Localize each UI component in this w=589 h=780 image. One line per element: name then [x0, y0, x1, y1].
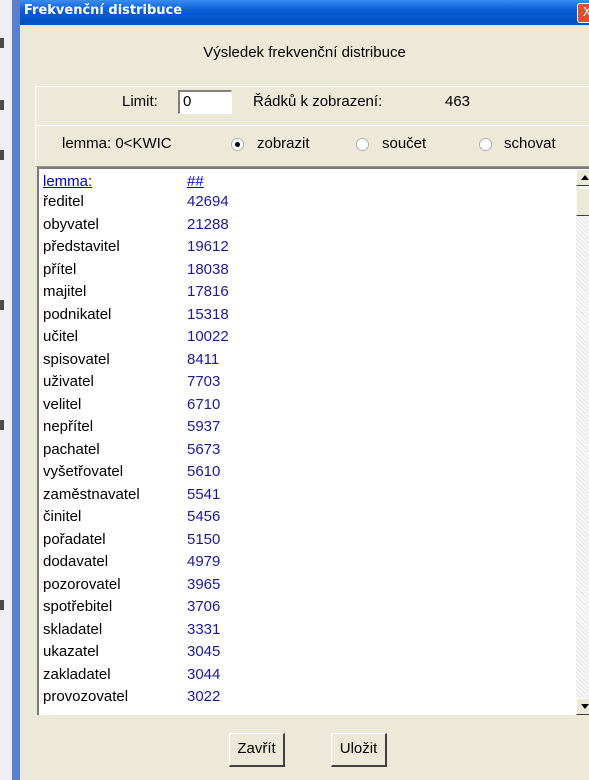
count-cell: 7703	[187, 373, 221, 390]
lemma-cell: dodavatel	[43, 553, 109, 570]
count-cell: 4979	[187, 553, 221, 570]
lemma-cell: vyšetřovatel	[43, 463, 124, 480]
lemma-cell: majitel	[43, 283, 87, 300]
vertical-scrollbar[interactable]	[576, 169, 589, 715]
save-button[interactable]: Uložit	[331, 733, 387, 767]
lemma-cell: provozovatel	[43, 688, 129, 705]
count-cell: 15318	[187, 305, 229, 323]
limit-input[interactable]: 0	[178, 90, 232, 114]
count-cell: 3331	[187, 620, 221, 638]
count-cell: 18038	[187, 260, 229, 278]
count-cell: 19612	[187, 238, 229, 255]
lemma-cell: zakladatel	[43, 665, 111, 683]
scroll-thumb[interactable]	[576, 188, 589, 216]
lemma-cell: nepřítel	[43, 418, 94, 435]
edge-mark	[0, 420, 4, 430]
scroll-up-button[interactable]	[576, 169, 589, 186]
lemma-cell: velitel	[43, 395, 82, 413]
count-cell: 42694	[187, 193, 229, 210]
edge-mark	[0, 600, 4, 610]
lemma-cell: představitel	[43, 238, 120, 255]
lemma-column-header[interactable]: lemma:	[43, 173, 92, 190]
count-cell: 6710	[187, 395, 221, 413]
lemma-cell: spisovatel	[43, 350, 110, 368]
taskbar-strip	[12, 0, 20, 780]
lemma-cell: zaměstnavatel	[43, 485, 140, 503]
lemma-cell: obyvatel	[43, 215, 99, 233]
count-cell: 5456	[187, 508, 221, 525]
lemma-cell: skladatel	[43, 620, 103, 638]
lemma-cell: učitel	[43, 328, 79, 345]
lemma-cell: pozorovatel	[43, 575, 121, 593]
lemma-cell: ředitel	[43, 193, 84, 210]
count-cell: 10022	[187, 328, 229, 345]
option-zobrazit-label[interactable]: zobrazit	[257, 135, 310, 152]
count-cell: 5150	[187, 530, 221, 548]
close-icon: X	[582, 5, 589, 19]
arrow-up-icon	[581, 175, 589, 180]
rows-count: 463	[445, 93, 471, 110]
page-title: Výsledek frekvenční distribuce	[203, 44, 406, 61]
dialog-window: Frekvenční distribuce X Výsledek frekven…	[20, 0, 589, 780]
scroll-down-button[interactable]	[576, 698, 589, 715]
count-cell: 3965	[187, 575, 221, 593]
lemma-cell: přítel	[43, 260, 77, 278]
edge-mark	[0, 300, 4, 310]
count-cell: 5541	[187, 485, 221, 503]
count-cell: 5937	[187, 418, 221, 435]
count-column-header[interactable]: ##	[187, 173, 204, 190]
lemma-cell: činitel	[43, 508, 82, 525]
lemma-cell: spotřebitel	[43, 598, 113, 615]
option-schovat-label[interactable]: schovat	[504, 135, 556, 152]
count-cell: 5610	[187, 463, 221, 480]
radio-schovat[interactable]	[479, 138, 492, 151]
window-title: Frekvenční distribuce	[24, 3, 183, 18]
lemma-cell: uživatel	[43, 373, 94, 390]
count-cell: 8411	[187, 350, 220, 368]
lemma-cell: podnikatel	[43, 305, 112, 323]
count-cell: 21288	[187, 215, 229, 233]
edge-mark	[0, 150, 4, 160]
title-bar[interactable]: Frekvenční distribuce X	[20, 0, 589, 25]
title-close-button[interactable]: X	[577, 3, 589, 23]
count-cell: 3022	[187, 688, 221, 705]
edge-mark	[0, 100, 4, 110]
radio-selected-dot	[235, 142, 240, 147]
lemma-cell: pořadatel	[43, 530, 106, 548]
frequency-list[interactable]: lemma: ## ředitel 42694 obyvatel 21288 předs…	[37, 167, 589, 715]
count-cell: 3044	[187, 665, 221, 683]
close-button[interactable]: Zavřít	[229, 733, 285, 767]
radio-soucet[interactable]	[356, 138, 369, 151]
desktop-edge	[0, 0, 20, 780]
count-cell: 3045	[187, 643, 221, 660]
option-soucet-label[interactable]: součet	[382, 135, 426, 152]
count-cell: 5673	[187, 440, 221, 458]
rows-label: Řádků k zobrazení:	[253, 93, 383, 110]
radio-zobrazit[interactable]	[231, 138, 244, 151]
arrow-down-icon	[581, 704, 589, 709]
lemma-cell: pachatel	[43, 440, 100, 458]
lemma-label: lemma: 0<KWIC	[62, 135, 172, 152]
limit-label: Limit:	[122, 93, 158, 110]
edge-mark	[0, 38, 4, 48]
count-cell: 17816	[187, 283, 229, 300]
count-cell: 3706	[187, 598, 221, 615]
lemma-cell: ukazatel	[43, 643, 99, 660]
